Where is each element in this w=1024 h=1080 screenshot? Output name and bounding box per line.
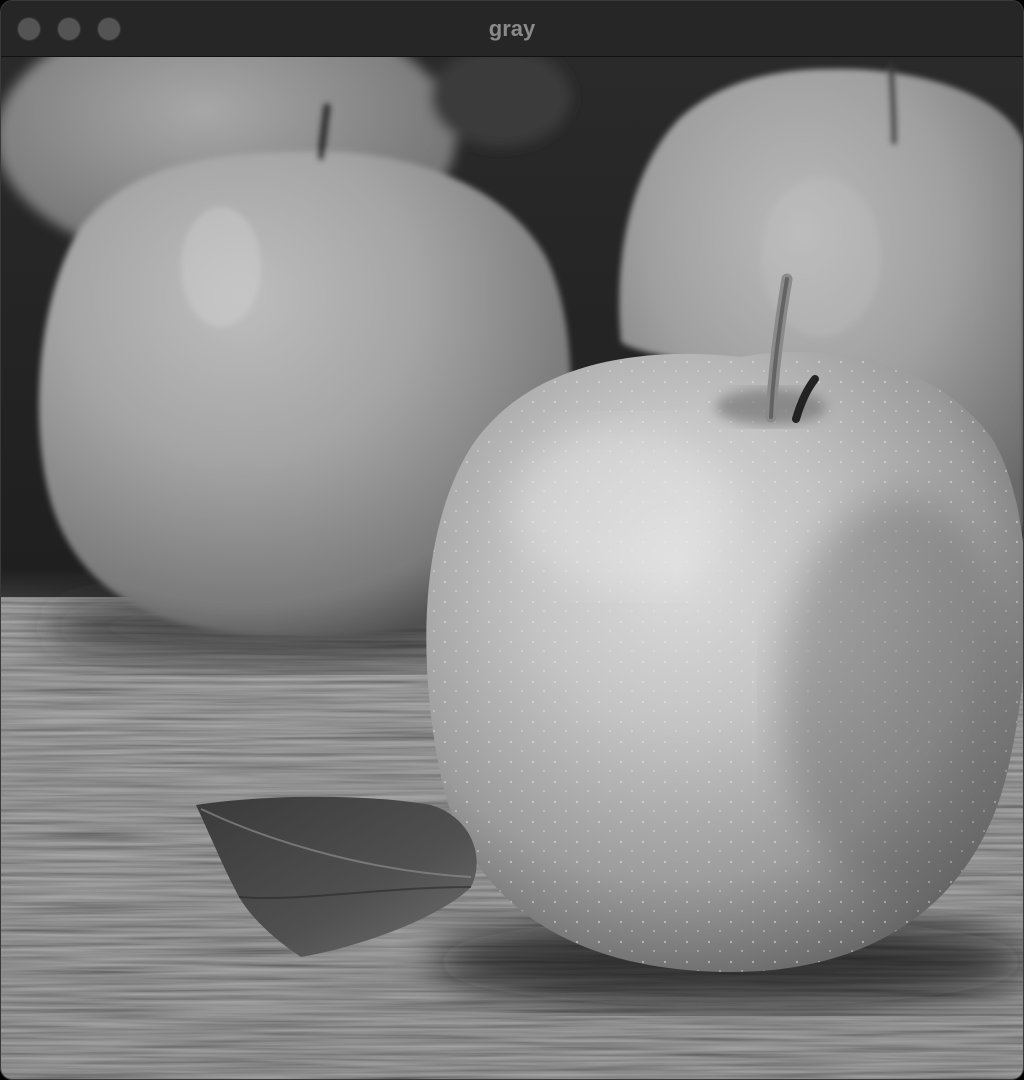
title-bar[interactable]: gray <box>1 1 1023 57</box>
image-canvas <box>1 57 1023 1079</box>
image-window: gray <box>0 0 1024 1080</box>
window-title: gray <box>488 16 536 41</box>
grayscale-photo <box>1 57 1023 1079</box>
